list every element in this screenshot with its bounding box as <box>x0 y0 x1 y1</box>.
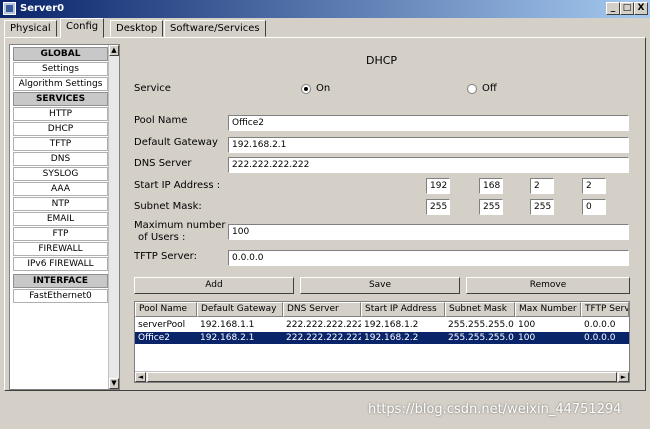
sidebar-item-email[interactable]: EMAIL <box>13 212 108 226</box>
remove-button[interactable]: Remove <box>466 277 630 294</box>
close-button[interactable]: X <box>634 2 648 15</box>
column-header-dns-server[interactable]: DNS Server <box>283 302 361 317</box>
scroll-thumb[interactable] <box>147 372 617 382</box>
sidebar-item-dns[interactable]: DNS <box>13 152 108 166</box>
cell-subnet-mask: 255.255.255.0 <box>448 333 514 343</box>
app-icon <box>3 2 16 15</box>
sidebar-item-tftp[interactable]: TFTP <box>13 137 108 151</box>
cell-start-ip: 192.168.2.2 <box>364 333 419 343</box>
service-off-radio[interactable] <box>467 84 477 94</box>
sidebar-item-fastethernet0[interactable]: FastEthernet0 <box>13 289 108 303</box>
cell-subnet-mask: 255.255.255.0 <box>448 320 514 330</box>
cell-start-ip: 192.168.1.2 <box>364 320 419 330</box>
config-sidebar: GLOBAL Settings Algorithm Settings SERVI… <box>9 44 120 390</box>
cell-max-number: 100 <box>518 333 536 343</box>
cell-dns-server: 222.222.222.222 <box>286 333 361 343</box>
sidebar-item-syslog[interactable]: SYSLOG <box>13 167 108 181</box>
tab-config[interactable]: Config <box>60 18 105 38</box>
sidebar-item-dhcp[interactable]: DHCP <box>13 122 108 136</box>
watermark-url: https://blog.csdn.net/weixin_44751294 <box>368 402 622 417</box>
subnet-mask-label: Subnet Mask: <box>134 201 202 212</box>
sidebar-header-global: GLOBAL <box>13 47 108 61</box>
subnet-octet-3[interactable]: 255 <box>530 199 554 215</box>
tab-physical[interactable]: Physical <box>4 20 57 37</box>
save-button[interactable]: Save <box>300 277 460 294</box>
sidebar-item-http[interactable]: HTTP <box>13 107 108 121</box>
max-users-label-line2: of Users : <box>138 232 186 243</box>
tftp-server-label: TFTP Server: <box>134 251 197 262</box>
subnet-octet-1[interactable]: 255 <box>426 199 450 215</box>
column-header-default-gateway[interactable]: Default Gateway <box>197 302 283 317</box>
sidebar-item-firewall[interactable]: FIREWALL <box>13 242 108 256</box>
table-row[interactable]: serverPool 192.168.1.1 222.222.222.222 1… <box>135 319 629 331</box>
server-window: Server0 _ □ X Physical Config Desktop So… <box>0 0 650 429</box>
dhcp-title: DHCP <box>366 54 398 67</box>
scroll-right-icon[interactable]: ► <box>618 372 629 382</box>
sidebar-header-services: SERVICES <box>13 92 108 106</box>
scroll-down-icon[interactable]: ▼ <box>109 378 119 389</box>
column-header-subnet-mask[interactable]: Subnet Mask <box>445 302 515 317</box>
column-header-pool-name[interactable]: Pool Name <box>135 302 197 317</box>
add-button[interactable]: Add <box>134 277 294 294</box>
start-ip-octet-2[interactable]: 168 <box>479 178 503 194</box>
tftp-server-input[interactable]: 0.0.0.0 <box>228 250 629 266</box>
column-header-max-number[interactable]: Max Number <box>515 302 581 317</box>
tab-desktop[interactable]: Desktop <box>110 20 164 37</box>
subnet-octet-2[interactable]: 255 <box>479 199 503 215</box>
cell-tftp-server: 0.0.0.0 <box>584 333 616 343</box>
pool-name-input[interactable]: Office2 <box>228 115 629 131</box>
max-users-label-line1: Maximum number <box>134 220 226 231</box>
title-bar: Server0 _ □ X <box>0 0 650 18</box>
cell-tftp-server: 0.0.0.0 <box>584 320 616 330</box>
service-on-radio[interactable] <box>301 84 311 94</box>
column-header-tftp-server[interactable]: TFTP Server <box>581 302 629 317</box>
pool-name-label: Pool Name <box>134 115 188 126</box>
sidebar-item-ntp[interactable]: NTP <box>13 197 108 211</box>
default-gateway-label: Default Gateway <box>134 137 218 148</box>
cell-pool-name: Office2 <box>138 333 170 343</box>
column-header-start-ip[interactable]: Start IP Address <box>361 302 445 317</box>
table-row-selected[interactable]: Office2 192.168.2.1 222.222.222.222 192.… <box>135 332 629 344</box>
pool-table: Pool Name Default Gateway DNS Server Sta… <box>134 301 630 383</box>
dns-server-input[interactable]: 222.222.222.222 <box>228 157 629 173</box>
service-label: Service <box>134 83 171 94</box>
sidebar-item-settings[interactable]: Settings <box>13 62 108 76</box>
sidebar-item-aaa[interactable]: AAA <box>13 182 108 196</box>
cell-default-gateway: 192.168.2.1 <box>200 333 255 343</box>
start-ip-octet-1[interactable]: 192 <box>426 178 450 194</box>
scroll-left-icon[interactable]: ◄ <box>135 372 146 382</box>
start-ip-octet-4[interactable]: 2 <box>582 178 606 194</box>
start-ip-label: Start IP Address : <box>134 180 221 191</box>
dhcp-panel: DHCP Service On Off Pool Name Office2 De… <box>124 44 636 390</box>
maximize-button[interactable]: □ <box>620 2 634 15</box>
max-users-input[interactable]: 100 <box>228 224 629 240</box>
service-on-label: On <box>316 83 331 94</box>
scroll-up-icon[interactable]: ▲ <box>109 45 119 56</box>
sidebar-item-ftp[interactable]: FTP <box>13 227 108 241</box>
sidebar-scrollbar[interactable]: ▲ ▼ <box>108 45 119 389</box>
cell-pool-name: serverPool <box>138 320 186 330</box>
sidebar-item-ipv6-firewall[interactable]: IPv6 FIREWALL <box>13 257 108 271</box>
cell-default-gateway: 192.168.1.1 <box>200 320 255 330</box>
default-gateway-input[interactable]: 192.168.2.1 <box>228 137 629 153</box>
service-off-label: Off <box>482 83 497 94</box>
table-horizontal-scrollbar[interactable]: ◄ ► <box>135 371 629 382</box>
dns-server-label: DNS Server <box>134 158 192 169</box>
sidebar-header-interface: INTERFACE <box>13 274 108 288</box>
subnet-octet-4[interactable]: 0 <box>582 199 606 215</box>
cell-max-number: 100 <box>518 320 536 330</box>
window-title: Server0 <box>20 3 65 14</box>
cell-dns-server: 222.222.222.222 <box>286 320 361 330</box>
start-ip-octet-3[interactable]: 2 <box>530 178 554 194</box>
sidebar-item-algorithm-settings[interactable]: Algorithm Settings <box>13 77 108 91</box>
tab-software-services[interactable]: Software/Services <box>164 20 266 37</box>
minimize-button[interactable]: _ <box>606 2 620 15</box>
